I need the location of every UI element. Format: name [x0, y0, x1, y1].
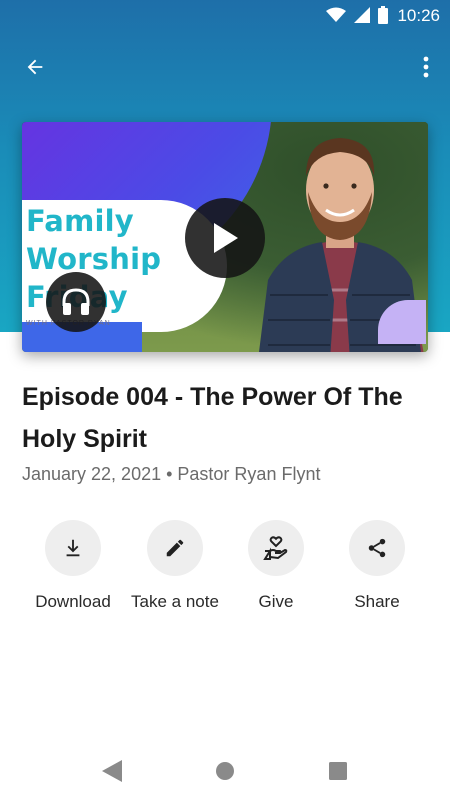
nav-recents-button[interactable]	[325, 758, 351, 784]
give-circle	[248, 520, 304, 576]
episode-thumbnail[interactable]: Family Worship Friday WITH PASTOR RYAN	[22, 122, 428, 352]
take-note-label: Take a note	[131, 592, 219, 611]
share-icon	[368, 538, 386, 558]
back-button[interactable]	[18, 50, 52, 84]
battery-icon	[378, 6, 388, 29]
listen-audio-button[interactable]	[46, 272, 106, 332]
play-button[interactable]	[185, 198, 265, 278]
nav-back-icon	[102, 760, 122, 782]
download-icon	[66, 539, 80, 557]
status-bar: 10:26	[0, 0, 450, 32]
share-circle	[349, 520, 405, 576]
status-time: 10:26	[397, 6, 440, 25]
download-circle	[45, 520, 101, 576]
share-label: Share	[354, 592, 400, 611]
more-vert-icon	[423, 56, 429, 78]
take-note-button[interactable]: Take a note	[120, 520, 230, 612]
give-label: Give	[258, 592, 294, 611]
nav-back-button[interactable]	[99, 758, 125, 784]
download-button[interactable]: Download	[18, 520, 128, 612]
episode-title: Episode 004 - The Power Of The Holy Spir…	[22, 383, 403, 453]
pencil-icon	[166, 539, 184, 557]
more-options-button[interactable]	[414, 50, 438, 84]
take-note-circle	[147, 520, 203, 576]
arrow-back-icon	[27, 59, 43, 75]
download-label: Download	[35, 592, 111, 611]
give-hand-heart-icon	[263, 536, 288, 560]
action-row: Download Take a note Give Share	[0, 520, 450, 620]
wifi-icon	[326, 7, 346, 28]
status-icons	[326, 6, 388, 29]
episode-meta: January 22, 2021 • Pastor Ryan Flynt	[22, 464, 321, 484]
nav-home-icon	[216, 762, 234, 780]
signal-icon	[354, 7, 370, 28]
system-nav-bar	[0, 740, 450, 800]
nav-recents-icon	[329, 762, 347, 780]
give-button[interactable]: Give	[221, 520, 331, 612]
share-button[interactable]: Share	[322, 520, 432, 612]
headphones-icon	[62, 288, 90, 315]
play-icon	[214, 223, 238, 253]
nav-home-button[interactable]	[212, 758, 238, 784]
app-bar	[0, 46, 450, 86]
